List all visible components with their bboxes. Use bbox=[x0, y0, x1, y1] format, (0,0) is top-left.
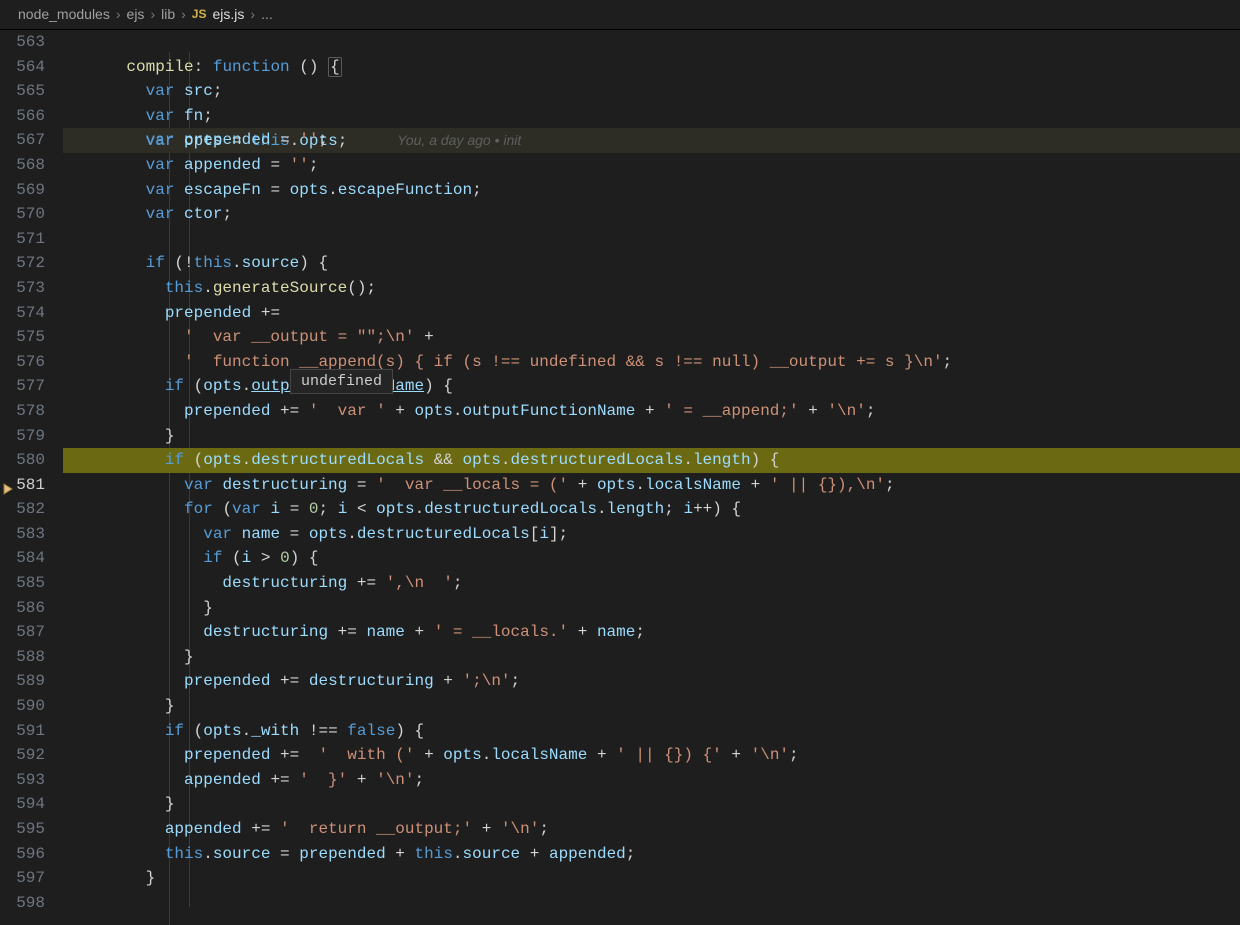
code-line[interactable]: if (!this.source) { bbox=[63, 251, 1240, 276]
hover-value: undefined bbox=[301, 373, 382, 390]
line-number[interactable]: 574 bbox=[0, 301, 63, 326]
code-line[interactable]: prepended += ' with (' + opts.localsName… bbox=[63, 743, 1240, 768]
line-number-gutter[interactable]: 5635645655665675685695705715725735745755… bbox=[0, 30, 63, 925]
code-line[interactable]: appended += ' return __output;' + '\n'; bbox=[63, 817, 1240, 842]
code-line[interactable]: } bbox=[63, 645, 1240, 670]
breadcrumb-seg-node-modules[interactable]: node_modules bbox=[18, 0, 110, 29]
line-number[interactable]: 570 bbox=[0, 202, 63, 227]
code-line[interactable]: } bbox=[63, 792, 1240, 817]
line-number[interactable]: 579 bbox=[0, 424, 63, 449]
line-number[interactable]: 567 bbox=[0, 128, 63, 153]
line-number[interactable]: 589 bbox=[0, 669, 63, 694]
line-number[interactable]: 580 bbox=[0, 448, 63, 473]
code-line[interactable]: var escapeFn = opts.escapeFunction; bbox=[63, 178, 1240, 203]
line-number[interactable]: 576 bbox=[0, 350, 63, 375]
line-number[interactable]: 569 bbox=[0, 178, 63, 203]
code-line[interactable]: ' var __output = "";\n' + bbox=[63, 325, 1240, 350]
line-number[interactable]: 595 bbox=[0, 817, 63, 842]
code-line[interactable]: var prepended = ''; bbox=[63, 128, 1240, 153]
line-number[interactable]: 564 bbox=[0, 55, 63, 80]
code-area[interactable]: compile: function () { var src; var fn; … bbox=[63, 30, 1240, 925]
code-line[interactable]: if (opts._with !== false) { bbox=[63, 719, 1240, 744]
line-number[interactable]: 597 bbox=[0, 866, 63, 891]
line-number[interactable]: 586 bbox=[0, 596, 63, 621]
line-number[interactable]: 591 bbox=[0, 719, 63, 744]
code-line[interactable]: ' function __append(s) { if (s !== undef… bbox=[63, 350, 1240, 375]
code-line[interactable] bbox=[63, 30, 1240, 55]
line-number[interactable]: 585 bbox=[0, 571, 63, 596]
code-line[interactable]: var fn; bbox=[63, 104, 1240, 129]
breadcrumb[interactable]: node_modules › ejs › lib › JS ejs.js › .… bbox=[0, 0, 1240, 30]
breadcrumb-seg-file[interactable]: ejs.js bbox=[212, 0, 244, 29]
code-line[interactable]: } bbox=[63, 694, 1240, 719]
code-line[interactable]: this.source = prepended + this.source + … bbox=[63, 842, 1240, 867]
line-number[interactable]: 578 bbox=[0, 399, 63, 424]
code-line[interactable]: this.generateSource(); bbox=[63, 276, 1240, 301]
line-number[interactable]: 582 bbox=[0, 497, 63, 522]
code-line[interactable] bbox=[63, 227, 1240, 252]
line-number[interactable]: 588 bbox=[0, 645, 63, 670]
code-line[interactable]: for (var i = 0; i < opts.destructuredLoc… bbox=[63, 497, 1240, 522]
breadcrumb-seg-symbol[interactable]: ... bbox=[261, 0, 273, 29]
line-number[interactable]: 594 bbox=[0, 792, 63, 817]
code-line[interactable]: appended += ' }' + '\n'; bbox=[63, 768, 1240, 793]
line-number[interactable]: 592 bbox=[0, 743, 63, 768]
line-number[interactable]: 571 bbox=[0, 227, 63, 252]
code-line[interactable]: var appended = ''; bbox=[63, 153, 1240, 178]
chevron-right-icon: › bbox=[150, 0, 155, 29]
code-line[interactable]: var src; bbox=[63, 79, 1240, 104]
line-number[interactable]: 568 bbox=[0, 153, 63, 178]
line-number[interactable]: 598 bbox=[0, 891, 63, 916]
code-line[interactable]: if (i > 0) { bbox=[63, 546, 1240, 571]
line-number[interactable]: 590 bbox=[0, 694, 63, 719]
line-number[interactable]: 563 bbox=[0, 30, 63, 55]
code-line[interactable]: prepended += ' var ' + opts.outputFuncti… bbox=[63, 399, 1240, 424]
chevron-right-icon: › bbox=[116, 0, 121, 29]
line-number[interactable]: 584 bbox=[0, 546, 63, 571]
line-number[interactable]: 566 bbox=[0, 104, 63, 129]
code-line[interactable]: } bbox=[63, 596, 1240, 621]
code-line[interactable]: } bbox=[63, 424, 1240, 449]
code-line[interactable]: var name = opts.destructuredLocals[i]; bbox=[63, 522, 1240, 547]
code-editor[interactable]: 5635645655665675685695705715725735745755… bbox=[0, 30, 1240, 925]
code-line[interactable]: if (opts.outputFunctionName) { bbox=[63, 374, 1240, 399]
code-line[interactable]: compile: function () { bbox=[63, 55, 1240, 80]
line-number[interactable]: 593 bbox=[0, 768, 63, 793]
hover-tooltip: undefined bbox=[290, 369, 393, 394]
line-number[interactable]: 587 bbox=[0, 620, 63, 645]
code-line[interactable]: } bbox=[63, 866, 1240, 891]
code-line[interactable]: destructuring += ',\n '; bbox=[63, 571, 1240, 596]
code-line[interactable]: var ctor; bbox=[63, 202, 1240, 227]
code-line[interactable]: prepended += bbox=[63, 301, 1240, 326]
line-number[interactable]: 572 bbox=[0, 251, 63, 276]
js-file-icon: JS bbox=[192, 0, 207, 29]
code-line[interactable]: destructuring += name + ' = __locals.' +… bbox=[63, 620, 1240, 645]
chevron-right-icon: › bbox=[181, 0, 186, 29]
breadcrumb-seg-ejs[interactable]: ejs bbox=[127, 0, 145, 29]
line-number[interactable]: 581 bbox=[0, 473, 63, 498]
line-number[interactable]: 583 bbox=[0, 522, 63, 547]
line-number[interactable]: 573 bbox=[0, 276, 63, 301]
line-number[interactable]: 577 bbox=[0, 374, 63, 399]
breakpoint-icon[interactable] bbox=[2, 479, 14, 491]
code-line[interactable]: if (opts.destructuredLocals && opts.dest… bbox=[63, 448, 1240, 473]
chevron-right-icon: › bbox=[250, 0, 255, 29]
line-number[interactable]: 565 bbox=[0, 79, 63, 104]
line-number[interactable]: 575 bbox=[0, 325, 63, 350]
breadcrumb-seg-lib[interactable]: lib bbox=[161, 0, 175, 29]
code-line[interactable]: prepended += destructuring + ';\n'; bbox=[63, 669, 1240, 694]
code-line[interactable]: var destructuring = ' var __locals = (' … bbox=[63, 473, 1240, 498]
line-number[interactable]: 596 bbox=[0, 842, 63, 867]
